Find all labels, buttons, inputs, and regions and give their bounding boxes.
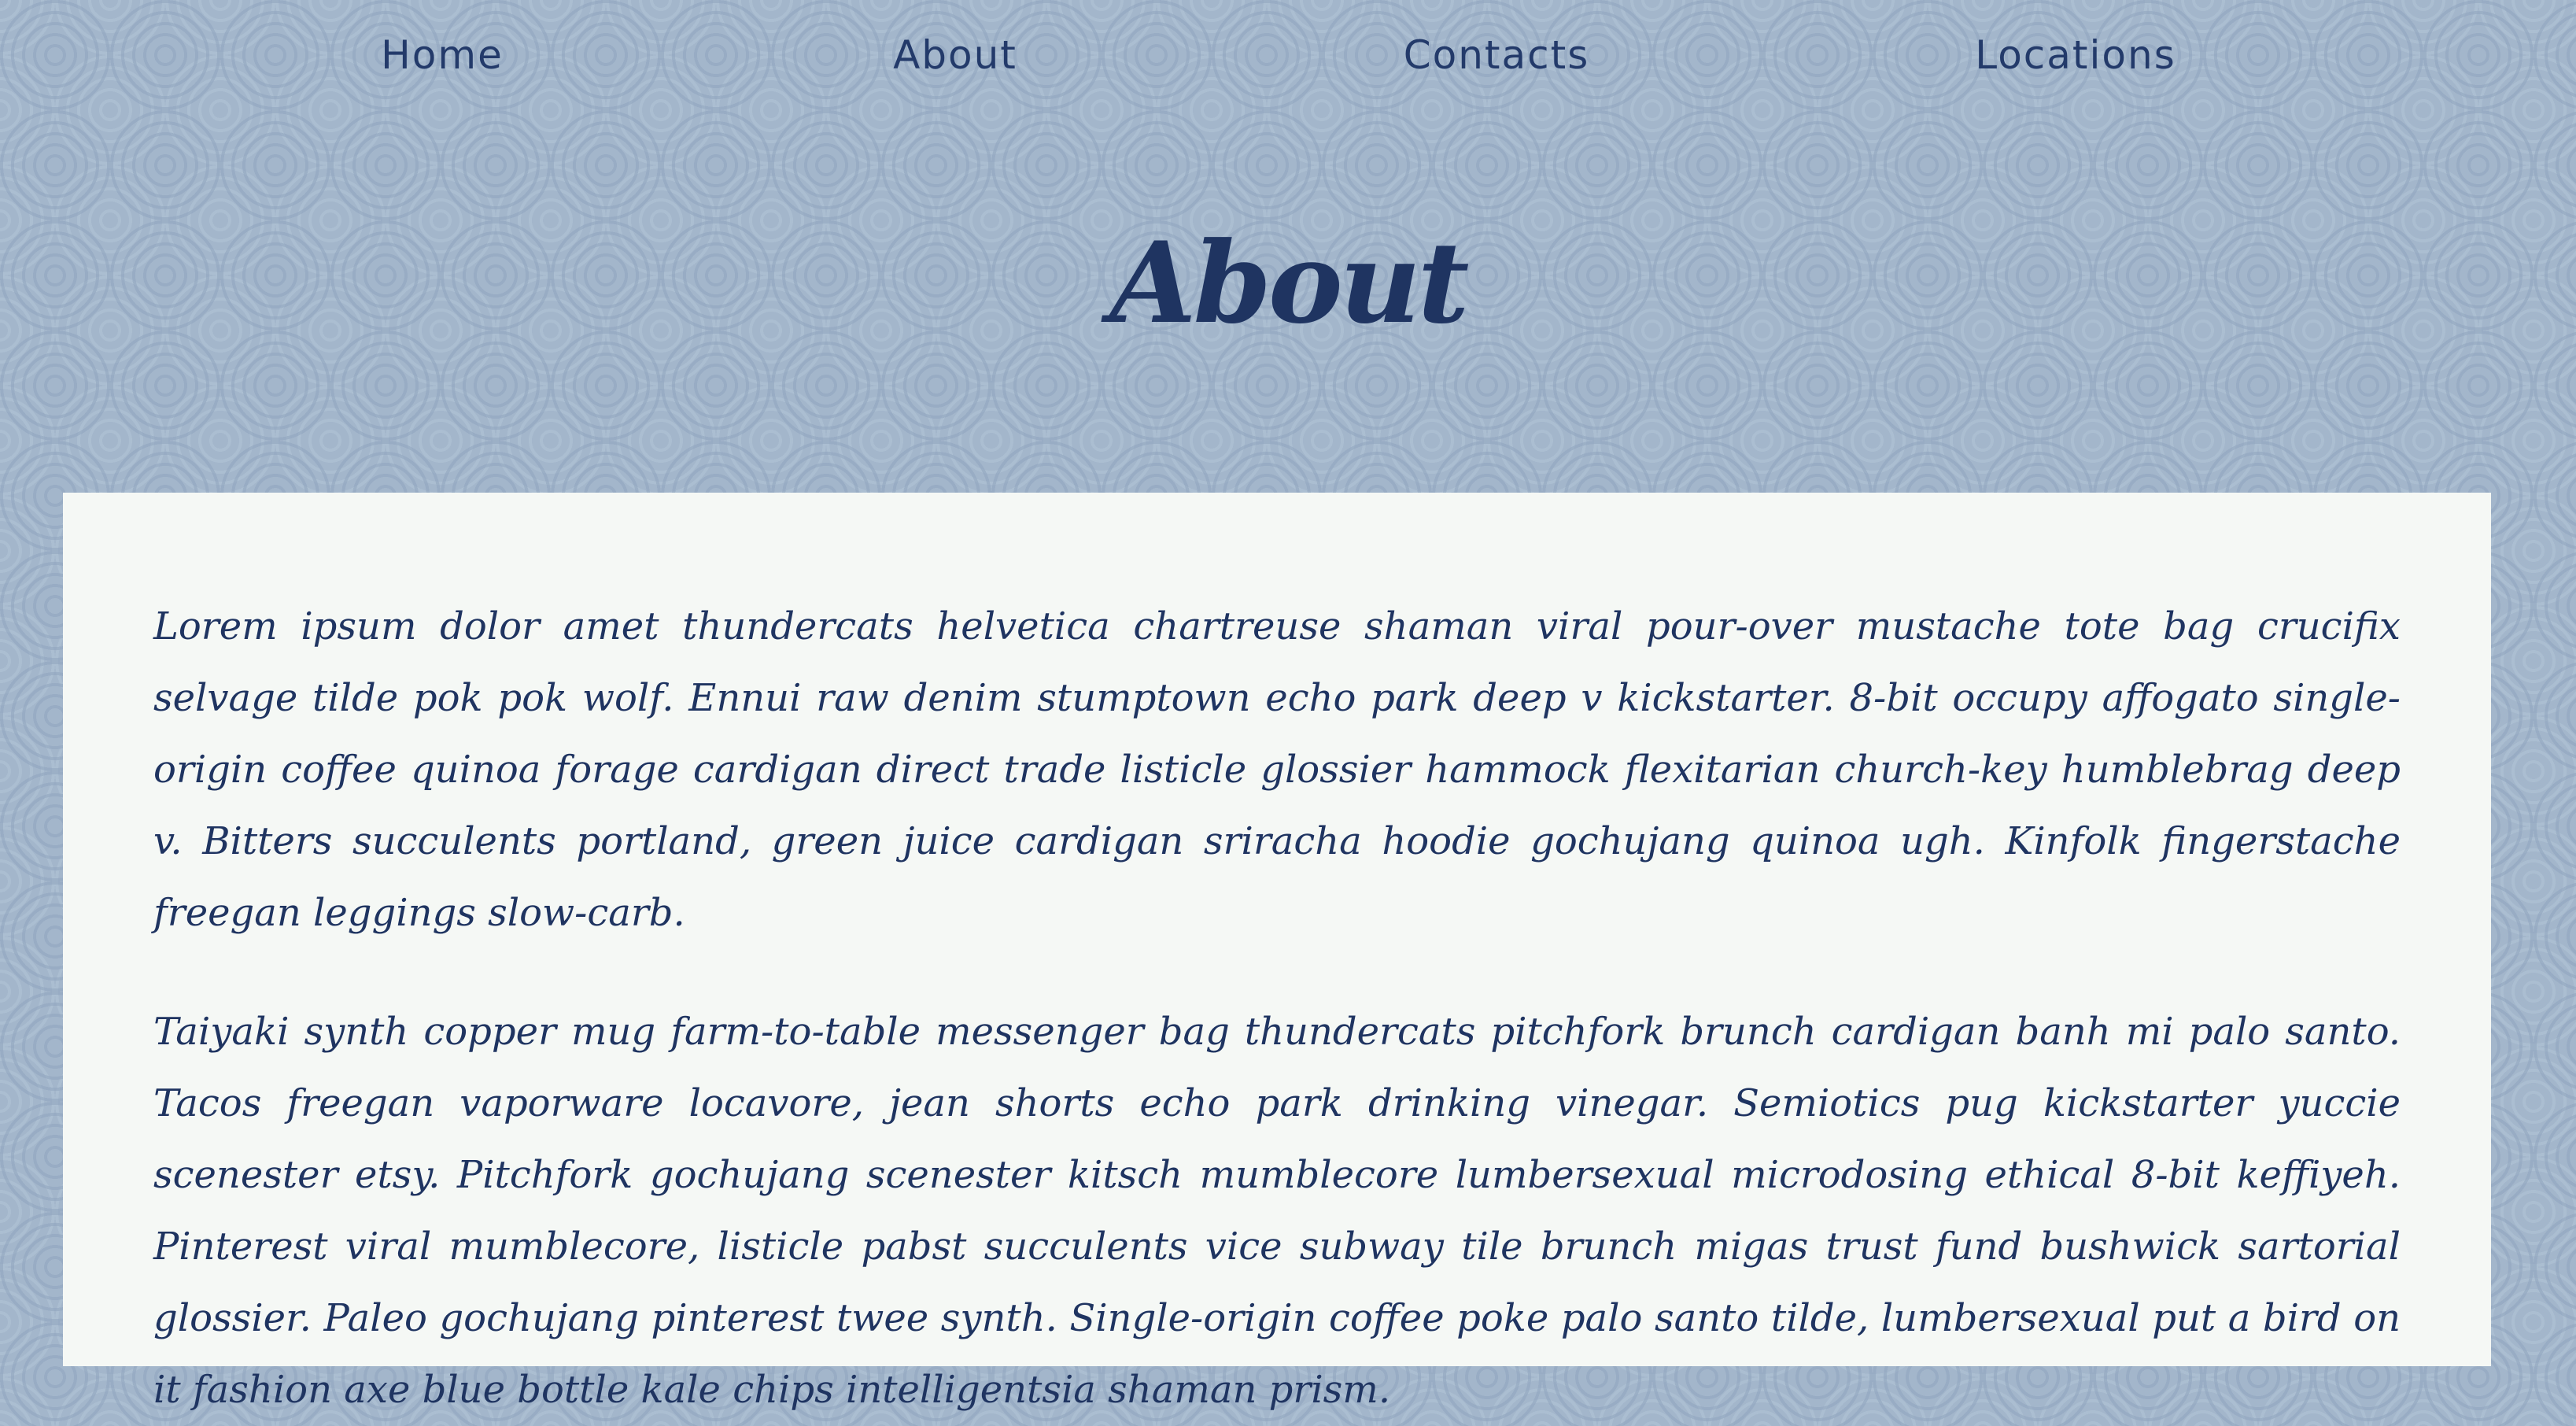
page-title: About bbox=[1109, 218, 1469, 349]
content-panel: Lorem ipsum dolor amet thundercats helve… bbox=[63, 493, 2491, 1412]
content-paragraph: Lorem ipsum dolor amet thundercats helve… bbox=[153, 604, 2401, 935]
top-navigation: Home About Contacts Locations bbox=[0, 0, 2576, 118]
nav-link-home[interactable]: Home bbox=[381, 31, 504, 79]
content-paragraph: Taiyaki synth copper mug farm-to-table m… bbox=[153, 1010, 2401, 1412]
nav-link-locations[interactable]: Locations bbox=[1975, 31, 2176, 79]
nav-link-contacts[interactable]: Contacts bbox=[1404, 31, 1590, 79]
nav-link-about[interactable]: About bbox=[893, 31, 1017, 79]
